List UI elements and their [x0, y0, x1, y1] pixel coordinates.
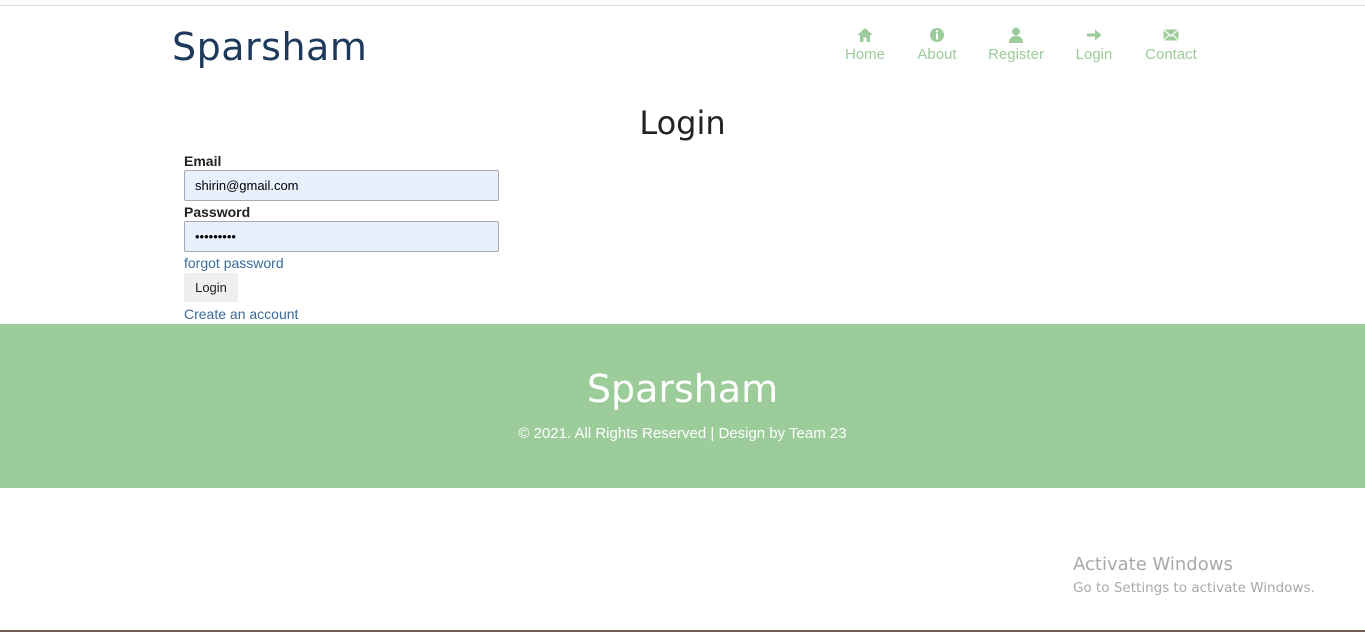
nav-about[interactable]: About [917, 26, 957, 65]
footer-logo: Sparsham [586, 367, 779, 411]
info-icon [930, 28, 944, 42]
nav-contact-label: Contact [1145, 46, 1197, 63]
nav-home[interactable]: Home [845, 26, 885, 65]
password-label: Password [184, 204, 251, 220]
envelope-icon [1163, 28, 1179, 41]
nav-home-label: Home [845, 46, 886, 63]
nav-register[interactable]: Register [988, 26, 1044, 65]
login-button[interactable]: Login [184, 273, 238, 302]
site-footer: Sparsham © 2021. All Rights Reserved | D… [0, 324, 1365, 488]
create-account-link[interactable]: Create an account [184, 305, 298, 323]
email-field[interactable] [184, 170, 499, 201]
main-nav: Home About Register Login Contact [0, 26, 1365, 70]
arrow-right-icon [1087, 29, 1102, 41]
nav-contact[interactable]: Contact [1145, 26, 1197, 65]
password-field[interactable] [184, 221, 499, 252]
top-border [0, 5, 1365, 6]
activate-windows-title: Activate Windows [1073, 554, 1233, 575]
email-label: Email [184, 153, 222, 169]
user-icon [1009, 27, 1023, 43]
forgot-password-link[interactable]: forgot password [184, 254, 284, 272]
nav-register-label: Register [988, 46, 1044, 63]
page-title: Login [639, 104, 726, 142]
activate-windows-subtitle: Go to Settings to activate Windows. [1073, 580, 1315, 596]
home-icon [857, 28, 873, 42]
nav-login-label: Login [1075, 46, 1113, 63]
nav-about-label: About [917, 46, 957, 63]
footer-copyright: © 2021. All Rights Reserved | Design by … [518, 425, 847, 442]
nav-login[interactable]: Login [1075, 26, 1113, 65]
